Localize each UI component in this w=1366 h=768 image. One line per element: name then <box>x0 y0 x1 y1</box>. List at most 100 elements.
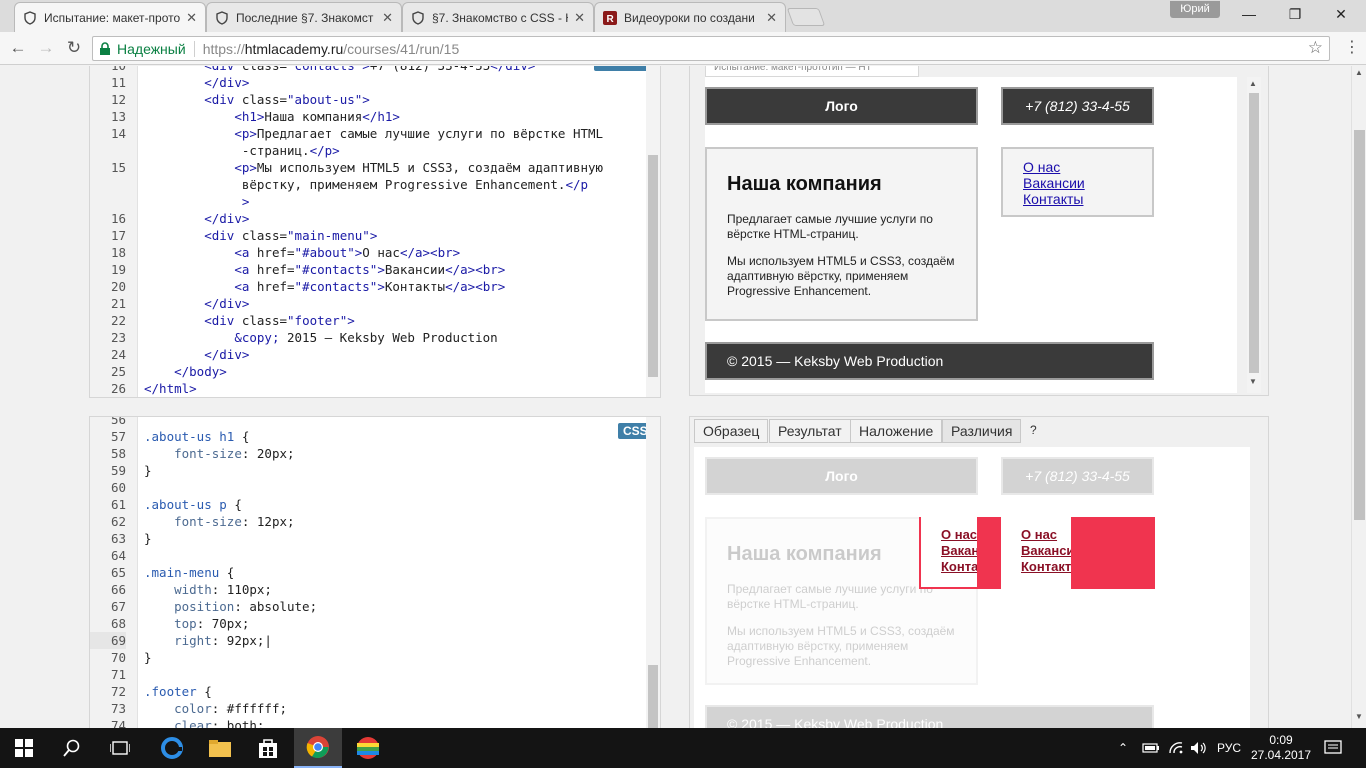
code-line[interactable]: 71 <box>90 666 660 683</box>
code-line[interactable]: 16 </div> <box>90 210 660 227</box>
code-line[interactable]: 11 </div> <box>90 74 660 91</box>
file-explorer-icon[interactable] <box>196 728 244 768</box>
battery-icon[interactable] <box>1142 728 1160 768</box>
code-line[interactable]: 56 <box>90 417 660 428</box>
secure-indicator[interactable]: Надежный <box>99 41 186 57</box>
code-line[interactable]: 19 <a href="#contacts">Вакансии</a><br> <box>90 261 660 278</box>
code-line[interactable]: 25 </body> <box>90 363 660 380</box>
maximize-icon[interactable]: ❐ <box>1272 0 1318 28</box>
code-line[interactable]: вёрстку, применяем Progressive Enhanceme… <box>90 176 660 193</box>
url-text[interactable]: https://htmlacademy.ru/courses/41/run/15 <box>203 41 460 57</box>
code-line[interactable]: 21 </div> <box>90 295 660 312</box>
html-editor[interactable]: 10 <div class="contacts">+7 (812) 33-4-5… <box>89 66 661 398</box>
close-icon[interactable]: ✕ <box>574 10 585 26</box>
profile-button[interactable]: Юрий <box>1170 1 1220 18</box>
menu-dots-icon[interactable]: ⋮ <box>1342 37 1362 59</box>
code-line[interactable]: 67 position: absolute; <box>90 598 660 615</box>
code-line[interactable]: 12 <div class="about-us"> <box>90 91 660 108</box>
code-line[interactable]: -страниц.</p> <box>90 142 660 159</box>
menu-link-about[interactable]: О нас <box>1023 159 1132 175</box>
volume-icon[interactable] <box>1190 728 1208 768</box>
close-icon[interactable]: ✕ <box>382 10 393 26</box>
diff-phone-block: +7 (812) 33-4-55 <box>1001 457 1154 495</box>
code-line[interactable]: 63} <box>90 530 660 547</box>
code-text: </div> <box>204 211 250 226</box>
tab-2[interactable]: Последние §7. Знакомст ✕ <box>206 2 402 32</box>
tab-overlay[interactable]: Наложение <box>850 419 943 443</box>
bookmark-star-icon[interactable]: ☆ <box>1308 38 1323 58</box>
code-line[interactable]: 18 <a href="#about">О нас</a><br> <box>90 244 660 261</box>
code-line[interactable]: 61 .about-us p { <box>90 496 660 513</box>
code-line[interactable]: 58 font-size: 20px; <box>90 445 660 462</box>
code-line[interactable]: 17 <div class="main-menu"> <box>90 227 660 244</box>
code-line[interactable]: 13 <h1>Наша компания</h1> <box>90 108 660 125</box>
language-indicator[interactable]: РУС <box>1217 728 1241 768</box>
close-icon[interactable]: ✕ <box>186 10 197 26</box>
code-line[interactable]: 68 top: 70px; <box>90 615 660 632</box>
help-button[interactable]: ? <box>1022 419 1045 443</box>
address-bar[interactable]: Надежный https://htmlacademy.ru/courses/… <box>92 36 1330 61</box>
html-scrollbar[interactable] <box>646 66 660 397</box>
code-text: > <box>241 194 250 209</box>
css-editor[interactable]: 56 57 .about-us h1 {58 font-size: 20px; 59}… <box>89 416 661 728</box>
page-scrollbar[interactable]: ▲ ▼ <box>1351 66 1366 728</box>
preview-scrollbar[interactable]: ▲ ▼ <box>1247 77 1261 393</box>
code-text: &copy; 2015 — Keksby Web Production <box>234 330 498 345</box>
tab-result[interactable]: Результат <box>769 419 851 443</box>
store-icon[interactable] <box>244 728 292 768</box>
code-line[interactable]: 72 .footer { <box>90 683 660 700</box>
code-line[interactable]: 22 <div class="footer"> <box>90 312 660 329</box>
new-tab-button[interactable] <box>786 8 826 26</box>
wifi-icon[interactable] <box>1168 728 1184 768</box>
code-line[interactable]: 24 </div> <box>90 346 660 363</box>
browser-tab-bar: Испытание: макет-прото ✕ Последние §7. З… <box>0 0 1366 32</box>
code-line[interactable]: 65 .main-menu { <box>90 564 660 581</box>
code-line[interactable]: 64 <box>90 547 660 564</box>
tab-differences[interactable]: Различия <box>942 419 1022 443</box>
code-line[interactable]: 14 <p>Предлагает самые лучшие услуги по … <box>90 125 660 142</box>
windows-start-icon[interactable] <box>0 728 48 768</box>
line-number: 17 <box>110 228 126 243</box>
css-scrollbar[interactable] <box>646 417 660 728</box>
code-line[interactable]: 74 clear: both; <box>90 717 660 728</box>
code-line[interactable]: 60 <box>90 479 660 496</box>
tab-active[interactable]: Испытание: макет-прото ✕ <box>14 2 206 32</box>
edge-browser-icon[interactable] <box>148 728 196 768</box>
forward-arrow-icon[interactable]: → <box>34 37 58 59</box>
code-line[interactable]: 69 right: 92px;| <box>90 632 660 649</box>
tab-4[interactable]: R Видеоуроки по создани ✕ <box>594 2 786 32</box>
code-text: <p>Предлагает самые лучшие услуги по вёр… <box>234 126 604 141</box>
code-line[interactable]: 62 font-size: 12px; <box>90 513 660 530</box>
chrome-taskbar-icon[interactable] <box>294 728 342 768</box>
search-icon[interactable] <box>48 728 96 768</box>
code-line[interactable]: 23 &copy; 2015 — Keksby Web Production <box>90 329 660 346</box>
windows-taskbar: ⌃ РУС 0:09 27.04.2017 <box>0 728 1366 768</box>
tray-chevron-icon[interactable]: ⌃ <box>1118 728 1128 768</box>
clock[interactable]: 0:09 27.04.2017 <box>1251 728 1311 768</box>
code-line[interactable]: 66 width: 110px; <box>90 581 660 598</box>
code-line[interactable]: 59} <box>90 462 660 479</box>
app-rainbow-icon[interactable] <box>344 728 392 768</box>
code-text: <a href="#contacts">Вакансии</a><br> <box>234 262 506 277</box>
notifications-icon[interactable] <box>1324 728 1342 768</box>
back-arrow-icon[interactable]: ← <box>6 37 30 59</box>
code-line[interactable]: 10 <div class="contacts">+7 (812) 33-4-5… <box>90 66 660 74</box>
menu-link-contacts[interactable]: Контакты <box>1023 191 1132 207</box>
code-line[interactable]: 20 <a href="#contacts">Контакты</a><br> <box>90 278 660 295</box>
tab-sample[interactable]: Образец <box>694 419 769 443</box>
minimize-icon[interactable]: — <box>1226 0 1272 28</box>
task-view-icon[interactable] <box>96 728 144 768</box>
code-line[interactable]: 57 .about-us h1 { <box>90 428 660 445</box>
reload-icon[interactable]: ↻ <box>62 37 86 59</box>
window-close-icon[interactable]: ✕ <box>1318 0 1364 28</box>
code-line[interactable]: 26 </html> <box>90 380 660 397</box>
code-line[interactable]: 15 <p>Мы используем HTML5 и CSS3, создаё… <box>90 159 660 176</box>
close-icon[interactable]: ✕ <box>766 10 777 26</box>
code-line[interactable]: 70} <box>90 649 660 666</box>
code-text: width: 110px; <box>174 582 272 597</box>
code-line[interactable]: 73 color: #ffffff; <box>90 700 660 717</box>
line-number: 70 <box>110 650 126 665</box>
menu-link-vacancies[interactable]: Вакансии <box>1023 175 1132 191</box>
code-line[interactable]: > <box>90 193 660 210</box>
tab-3[interactable]: §7. Знакомство с CSS - H ✕ <box>402 2 594 32</box>
